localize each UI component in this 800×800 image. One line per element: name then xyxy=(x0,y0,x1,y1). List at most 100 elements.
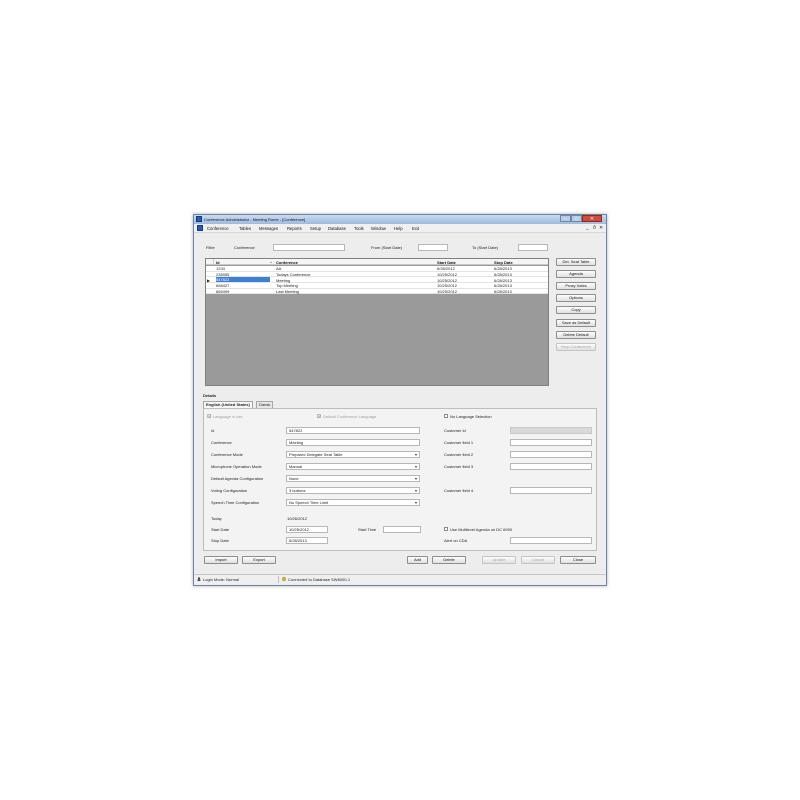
details-panel: English (United States) Dansk Language i… xyxy=(203,401,597,551)
agenda-button[interactable]: Agenda xyxy=(556,270,596,278)
speech-time-select[interactable]: No Speech Time Limit xyxy=(286,499,420,506)
filter-conference-input[interactable] xyxy=(273,244,345,251)
cell-id: 547822 xyxy=(216,277,270,283)
table-row[interactable]: 665499 Last Meeting 10/25/2012 6/28/2013 xyxy=(206,288,548,295)
column-header-conference[interactable]: Conference xyxy=(276,260,298,265)
start-time-field[interactable] xyxy=(383,526,421,533)
customer-field-1-input[interactable] xyxy=(510,439,592,446)
filter-from-input[interactable] xyxy=(418,244,448,251)
conference-table[interactable]: Id ^ Conference Start Date Stop Date 123… xyxy=(205,258,549,386)
menu-help[interactable]: Help xyxy=(394,226,403,231)
import-button[interactable]: Import xyxy=(204,556,238,564)
menu-window[interactable]: Window xyxy=(371,226,386,231)
window-title: Conference Administrator - Meeting Rome … xyxy=(204,217,306,222)
cell-stop-date: 6/28/2013 xyxy=(494,271,512,277)
conference-mode-select[interactable]: Prepared Delegate Seat Table xyxy=(286,451,420,458)
export-button[interactable]: Export xyxy=(242,556,276,564)
menu-reports[interactable]: Reports xyxy=(287,226,302,231)
cell-stop-date: 6/28/2013 xyxy=(494,289,512,295)
menu-setup[interactable]: Setup xyxy=(310,226,321,231)
mdi-close-icon[interactable]: ✕ xyxy=(599,225,603,231)
voting-config-select[interactable]: 3 buttons xyxy=(286,487,420,494)
filter-label: Filter xyxy=(206,245,215,250)
no-language-selection-checkbox[interactable] xyxy=(444,414,448,418)
start-date-field[interactable]: 10/25/2012 xyxy=(286,526,328,533)
application-window: Conference Administrator - Meeting Rome … xyxy=(193,214,607,586)
delete-default-button[interactable]: Delete Default xyxy=(556,331,596,339)
multilevel-agenda-checkbox[interactable] xyxy=(444,527,448,531)
stop-date-label: Stop Date xyxy=(211,538,229,543)
customer-id-field[interactable] xyxy=(510,427,592,434)
title-bar[interactable]: Conference Administrator - Meeting Rome … xyxy=(194,215,606,224)
language-in-use-checkbox[interactable] xyxy=(207,414,211,419)
microphone-mode-select[interactable]: Manual xyxy=(286,463,420,470)
cell-stop-date: 6/28/2013 xyxy=(494,266,512,272)
cell-conference: Top Meeting xyxy=(276,283,298,289)
save-as-default-button[interactable]: Save as Default xyxy=(556,319,596,327)
cancel-button[interactable]: Cancel xyxy=(521,556,555,564)
close-window-button[interactable]: ✕ xyxy=(582,215,602,222)
cell-id: 236955 xyxy=(216,271,230,277)
table-row[interactable]: ▶ 547822 Meeting 10/25/2012 6/28/2013 xyxy=(206,277,548,283)
copy-button[interactable]: Copy xyxy=(556,306,596,314)
menu-exit[interactable]: Exit xyxy=(412,226,419,231)
agenda-config-label: Default Agenda Configuration xyxy=(211,476,264,481)
table-row[interactable]: 1234 AA 6/28/2012 6/28/2013 xyxy=(206,266,548,272)
alert-on-cda-input[interactable] xyxy=(510,537,592,544)
mdi-child-icon[interactable] xyxy=(197,225,203,231)
agenda-config-select[interactable]: None xyxy=(286,475,420,482)
customer-field-4-input[interactable] xyxy=(510,487,592,494)
minimize-button[interactable]: – xyxy=(560,215,571,222)
column-header-stop-date[interactable]: Stop Date xyxy=(494,260,513,265)
tab-english[interactable]: English (United States) xyxy=(203,401,253,408)
cell-start-date: 10/25/2012 xyxy=(437,283,458,289)
cell-conference: Last Meeting xyxy=(276,289,299,295)
delete-button[interactable]: Delete xyxy=(432,556,466,564)
menu-tables[interactable]: Tables xyxy=(239,226,251,231)
id-field[interactable]: 547822 xyxy=(286,427,420,434)
speech-time-label: Speech Time Configuration xyxy=(211,500,260,505)
app-icon xyxy=(196,216,202,222)
table-row[interactable]: 658427 Top Meeting 10/25/2012 6/28/2013 xyxy=(206,283,548,289)
today-value: 10/26/2012 xyxy=(287,516,308,521)
menu-tools[interactable]: Tools xyxy=(354,226,364,231)
cell-start-date: 10/25/2012 xyxy=(437,271,458,277)
menu-database[interactable]: Database xyxy=(328,226,346,231)
id-label: Id xyxy=(211,428,215,433)
customer-field-2-input[interactable] xyxy=(510,451,592,458)
start-date-label: Start Date xyxy=(211,527,230,532)
cell-stop-date: 6/28/2013 xyxy=(494,277,512,283)
conference-mode-label: Conference Mode xyxy=(211,452,243,457)
details-form: Language in use Default Conference Langu… xyxy=(203,408,597,551)
mdi-restore-icon[interactable]: ð xyxy=(593,225,596,231)
menu-bar: Conference Tables Messages Reports Setup… xyxy=(194,224,606,233)
menu-conference[interactable]: Conference xyxy=(207,226,229,231)
del-seat-table-button[interactable]: Del. Seat Table xyxy=(556,258,596,266)
stop-conference-button[interactable]: Stop Conference xyxy=(556,343,596,351)
conference-name-field[interactable]: Meeting xyxy=(286,439,420,446)
tab-dansk[interactable]: Dansk xyxy=(256,401,274,408)
proxy-votes-button[interactable]: Proxy Votes xyxy=(556,282,596,290)
default-conference-language-checkbox[interactable] xyxy=(317,414,321,419)
filter-to-input[interactable] xyxy=(518,244,548,251)
add-button[interactable]: Add xyxy=(407,556,428,564)
customer-field-3-input[interactable] xyxy=(510,463,592,470)
options-button[interactable]: Options xyxy=(556,294,596,302)
column-header-start-date[interactable]: Start Date xyxy=(437,260,456,265)
login-mode-text: Login Mode: Normal xyxy=(203,577,240,582)
menu-messages[interactable]: Messages xyxy=(259,226,278,231)
stop-date-field[interactable]: 6/28/2013 xyxy=(286,537,328,544)
table-row[interactable]: 236955 Todays Conference 10/25/2012 6/28/20… xyxy=(206,271,548,278)
close-button[interactable]: Close xyxy=(560,556,596,564)
today-label: Today xyxy=(211,516,222,521)
column-header-id[interactable]: Id xyxy=(216,260,220,265)
filter-from-label: From (Start Date) xyxy=(371,245,403,250)
microphone-mode-label: Microphone Operation Mode xyxy=(211,464,262,469)
cell-conference: AA xyxy=(276,266,282,272)
cell-conference: Todays Conference xyxy=(276,271,311,277)
update-button[interactable]: Update xyxy=(482,556,516,564)
current-row-indicator-icon: ▶ xyxy=(207,277,211,283)
details-heading: Details xyxy=(203,393,217,398)
mdi-minimize-icon[interactable]: _ xyxy=(586,225,589,231)
maximize-button[interactable]: □ xyxy=(571,215,582,222)
